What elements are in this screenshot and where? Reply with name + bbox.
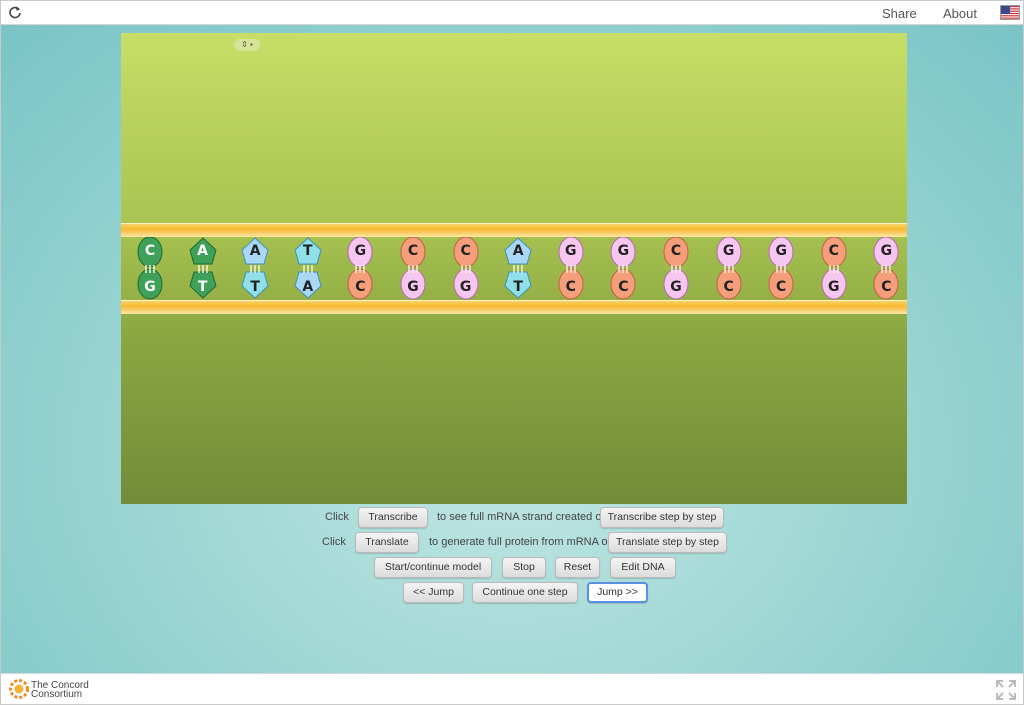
step-control-row: << Jump Continue one step Jump >> bbox=[1, 582, 1023, 604]
bottom-base-label: G bbox=[407, 279, 419, 295]
about-link[interactable]: About bbox=[943, 6, 977, 21]
share-link[interactable]: Share bbox=[882, 6, 917, 21]
footer-bar: The Concord Consortium bbox=[1, 673, 1023, 704]
bottom-base-label: C bbox=[355, 279, 366, 295]
click-label: Click bbox=[322, 536, 346, 548]
reset-button[interactable]: Reset bbox=[555, 557, 600, 578]
base-pair[interactable]: GC bbox=[345, 237, 375, 300]
translate-step-button[interactable]: Translate step by step bbox=[608, 532, 727, 553]
base-pair[interactable]: GC bbox=[714, 237, 744, 300]
dna-model-canvas[interactable]: ⇕ ▪ CGATATTAGCCGCGATGCGCCGGCGCCGGC bbox=[121, 33, 907, 504]
transcribe-step-button[interactable]: Transcribe step by step bbox=[600, 507, 724, 528]
bottom-base-label: T bbox=[197, 279, 208, 295]
reload-icon[interactable] bbox=[8, 5, 22, 19]
top-bar: Share About bbox=[1, 1, 1023, 25]
main-stage: ⇕ ▪ CGATATTAGCCGCGATGCGCCGGCGCCGGC Click… bbox=[1, 25, 1023, 673]
bottom-base-label: C bbox=[881, 279, 892, 295]
base-pair[interactable]: CG bbox=[398, 237, 428, 300]
click-label: Click bbox=[325, 511, 349, 523]
translate-button[interactable]: Translate bbox=[355, 532, 419, 553]
top-base-label: G bbox=[617, 243, 630, 259]
translate-description: to generate full protein from mRNA or bbox=[429, 536, 612, 548]
top-base-label: G bbox=[722, 243, 735, 259]
base-pair[interactable]: AT bbox=[503, 237, 533, 300]
bottom-base-label: G bbox=[144, 279, 156, 295]
transcribe-button[interactable]: Transcribe bbox=[358, 507, 428, 528]
us-flag-icon[interactable] bbox=[1000, 5, 1020, 20]
base-pair[interactable]: GC bbox=[556, 237, 586, 300]
bottom-base-label: T bbox=[513, 279, 523, 295]
top-base-label: G bbox=[880, 243, 893, 259]
top-base-label: A bbox=[197, 243, 209, 259]
bottom-base-label: C bbox=[565, 279, 576, 295]
base-pair[interactable]: GC bbox=[608, 237, 638, 300]
continue-one-step-button[interactable]: Continue one step bbox=[472, 582, 578, 603]
fullscreen-icon[interactable] bbox=[995, 679, 1017, 701]
model-control-row: Start/continue model Stop Reset Edit DNA bbox=[1, 557, 1023, 579]
bottom-base-label: G bbox=[459, 279, 472, 295]
top-base-label: C bbox=[670, 243, 682, 259]
jump-forward-button[interactable]: Jump >> bbox=[587, 582, 648, 603]
edit-dna-button[interactable]: Edit DNA bbox=[610, 557, 676, 578]
base-pair[interactable]: TA bbox=[293, 237, 323, 300]
base-pair[interactable]: GC bbox=[766, 237, 796, 300]
lock-icon[interactable]: ⇕ ▪ bbox=[234, 39, 260, 51]
base-pair[interactable]: AT bbox=[240, 237, 270, 300]
base-pair[interactable]: CG bbox=[451, 237, 481, 300]
top-base-label: A bbox=[512, 243, 524, 259]
transcribe-description: to see full mRNA strand created or bbox=[437, 511, 606, 523]
bottom-base-label: C bbox=[776, 279, 787, 295]
top-base-label: A bbox=[249, 243, 261, 259]
top-base-label: G bbox=[565, 243, 577, 259]
translate-row: Click Translate to generate full protein… bbox=[1, 532, 1023, 554]
top-base-label: C bbox=[407, 243, 419, 259]
start-continue-button[interactable]: Start/continue model bbox=[374, 557, 492, 578]
bottom-base-label: G bbox=[828, 279, 840, 295]
top-base-label: C bbox=[460, 243, 471, 259]
top-base-label: C bbox=[828, 243, 839, 259]
dna-backbone-top bbox=[121, 223, 907, 237]
bottom-base-label: A bbox=[302, 279, 314, 295]
base-pair[interactable]: CG bbox=[819, 237, 849, 300]
base-pair[interactable]: AT bbox=[188, 237, 218, 300]
transcribe-row: Click Transcribe to see full mRNA strand… bbox=[1, 507, 1023, 529]
base-pairs: CGATATTAGCCGCGATGCGCCGGCGCCGGC bbox=[121, 237, 907, 300]
jump-back-button[interactable]: << Jump bbox=[403, 582, 464, 603]
base-pair[interactable]: GC bbox=[871, 237, 901, 300]
dna-backbone-bottom bbox=[121, 300, 907, 314]
top-base-label: G bbox=[775, 243, 787, 259]
bottom-base-label: G bbox=[670, 279, 682, 295]
top-base-label: T bbox=[303, 243, 313, 259]
base-pair[interactable]: CG bbox=[661, 237, 691, 300]
concord-logo-icon bbox=[9, 679, 29, 699]
logo-text: The Concord Consortium bbox=[31, 680, 89, 700]
top-base-label: C bbox=[144, 243, 156, 259]
top-base-label: G bbox=[354, 243, 367, 259]
stop-button[interactable]: Stop bbox=[502, 557, 546, 578]
base-pair[interactable]: CG bbox=[135, 237, 165, 300]
bottom-base-label: C bbox=[618, 279, 629, 295]
bottom-base-label: T bbox=[250, 279, 260, 295]
concord-consortium-logo[interactable]: The Concord Consortium bbox=[9, 679, 99, 701]
bottom-base-label: C bbox=[723, 279, 734, 295]
